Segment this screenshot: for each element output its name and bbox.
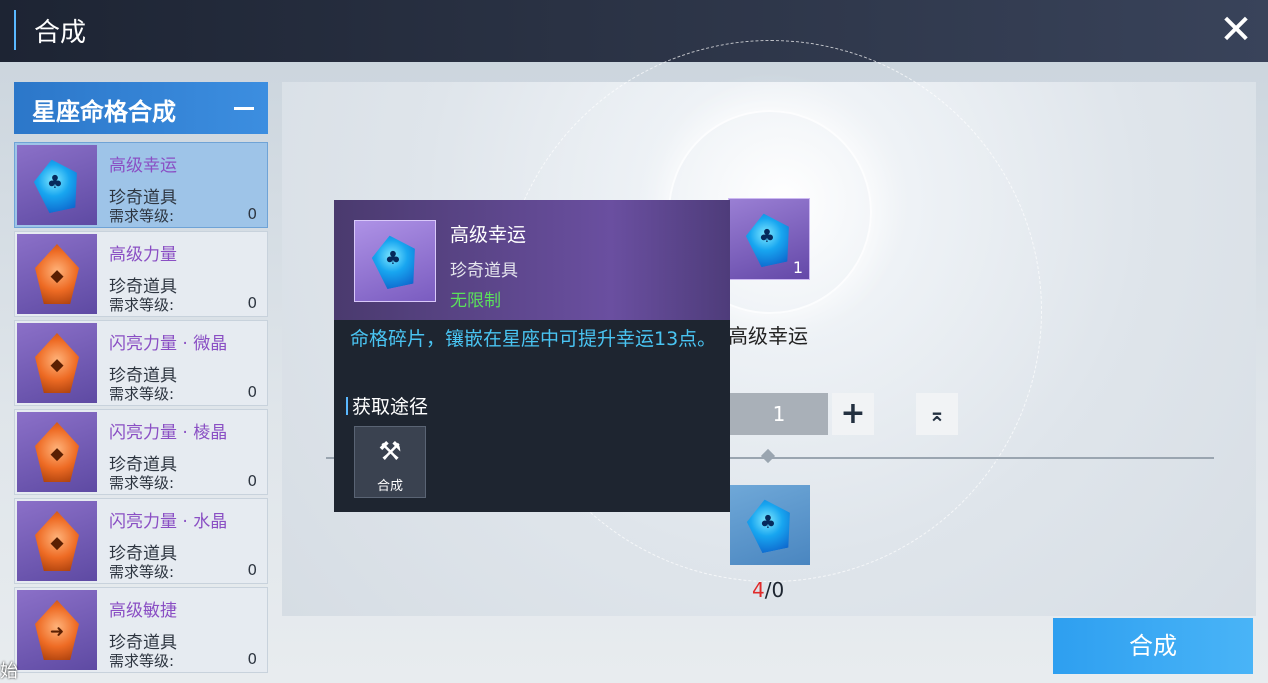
strength-icon: ◆: [50, 444, 64, 464]
compose-button[interactable]: 合成: [1053, 618, 1253, 674]
plus-button[interactable]: +: [832, 393, 874, 435]
tooltip-description: 命格碎片，镶嵌在星座中可提升幸运13点。: [350, 328, 717, 350]
item-req-label: 需求等级:: [109, 652, 175, 670]
material-slot[interactable]: ♣: [730, 485, 810, 565]
recipe-item-lengjing[interactable]: ◆ 闪亮力量 · 棱晶 珍奇道具 需求等级: 0: [14, 409, 268, 495]
item-thumb: ◆: [17, 234, 97, 314]
item-tooltip: ♣ 高级幸运 珍奇道具 无限制 命格碎片，镶嵌在星座中可提升幸运13点。 获取途…: [334, 200, 730, 512]
recipe-sidebar: 星座命格合成 ♣ 高级幸运 珍奇道具 需求等级: 0 ◆ 高级力量 珍奇道具 需…: [14, 82, 268, 682]
tooltip-item-type: 珍奇道具: [450, 261, 518, 281]
material-need: 0: [771, 578, 785, 602]
material-have: 4: [752, 578, 765, 602]
item-thumb: ♣: [17, 145, 97, 225]
strength-icon: ◆: [50, 355, 64, 375]
recipe-item-gaoji-minjie[interactable]: ➜ 高级敏捷 珍奇道具 需求等级: 0: [14, 587, 268, 673]
item-req-value: 0: [247, 650, 257, 668]
item-thumb: ◆: [17, 323, 97, 403]
item-req-value: 0: [247, 561, 257, 579]
category-header[interactable]: 星座命格合成: [14, 82, 268, 134]
clover-icon: ♣: [759, 512, 777, 533]
page-title: 合成: [34, 18, 87, 48]
item-name: 闪亮力量 · 棱晶: [109, 423, 228, 443]
item-req-label: 需求等级:: [109, 385, 175, 403]
quantity-field[interactable]: 1: [730, 393, 828, 435]
item-req-label: 需求等级:: [109, 474, 175, 492]
clover-icon: ♣: [384, 248, 402, 269]
tooltip-item-limit: 无限制: [450, 291, 501, 311]
target-count: 1: [792, 258, 803, 277]
item-name: 闪亮力量 · 微晶: [109, 334, 228, 354]
title-bar: 合成 ✕: [0, 0, 1268, 62]
category-label: 星座命格合成: [32, 98, 176, 126]
item-thumb: ➜: [17, 590, 97, 670]
item-req-label: 需求等级:: [109, 296, 175, 314]
material-count: 4/0: [752, 578, 785, 602]
tooltip-header: ♣ 高级幸运 珍奇道具 无限制: [334, 200, 730, 320]
item-req-value: 0: [247, 205, 257, 223]
item-name: 高级幸运: [109, 156, 177, 176]
recipe-item-shuijing[interactable]: ◆ 闪亮力量 · 水晶 珍奇道具 需求等级: 0: [14, 498, 268, 584]
corner-text: 始: [0, 661, 18, 682]
item-thumb: ◆: [17, 412, 97, 492]
close-icon[interactable]: ✕: [1216, 10, 1256, 50]
item-req-value: 0: [247, 383, 257, 401]
recipe-item-gaoji-xingyun[interactable]: ♣ 高级幸运 珍奇道具 需求等级: 0: [14, 142, 268, 228]
item-req-label: 需求等级:: [109, 563, 175, 581]
item-req-value: 0: [247, 294, 257, 312]
recipe-item-weijing[interactable]: ◆ 闪亮力量 · 微晶 珍奇道具 需求等级: 0: [14, 320, 268, 406]
strength-icon: ◆: [50, 533, 64, 553]
source-label: 合成: [376, 479, 403, 494]
tooltip-item-name: 高级幸运: [450, 224, 527, 246]
tooltip-item-icon: ♣: [354, 220, 436, 302]
item-req-label: 需求等级:: [109, 207, 175, 225]
item-name: 高级敏捷: [109, 601, 177, 621]
clover-icon: ♣: [758, 226, 776, 247]
item-name: 闪亮力量 · 水晶: [109, 512, 228, 532]
max-button[interactable]: ⌅: [916, 393, 958, 435]
item-name: 高级力量: [109, 245, 177, 265]
title-accent: [14, 10, 16, 50]
strength-icon: ◆: [50, 266, 64, 286]
item-thumb: ◆: [17, 501, 97, 581]
recipe-item-gaoji-liliang[interactable]: ◆ 高级力量 珍奇道具 需求等级: 0: [14, 231, 268, 317]
target-item-name: 高级幸运: [728, 324, 808, 348]
collapse-icon[interactable]: [234, 107, 254, 110]
clover-icon: ♣: [46, 172, 64, 193]
target-item-slot[interactable]: ♣ 1: [728, 198, 810, 280]
tooltip-source-title: 获取途径: [346, 392, 428, 419]
item-req-value: 0: [247, 472, 257, 490]
source-compose-button[interactable]: ⚒ 合成: [354, 426, 426, 498]
agility-icon: ➜: [49, 622, 65, 642]
anvil-icon: ⚒: [378, 437, 402, 467]
